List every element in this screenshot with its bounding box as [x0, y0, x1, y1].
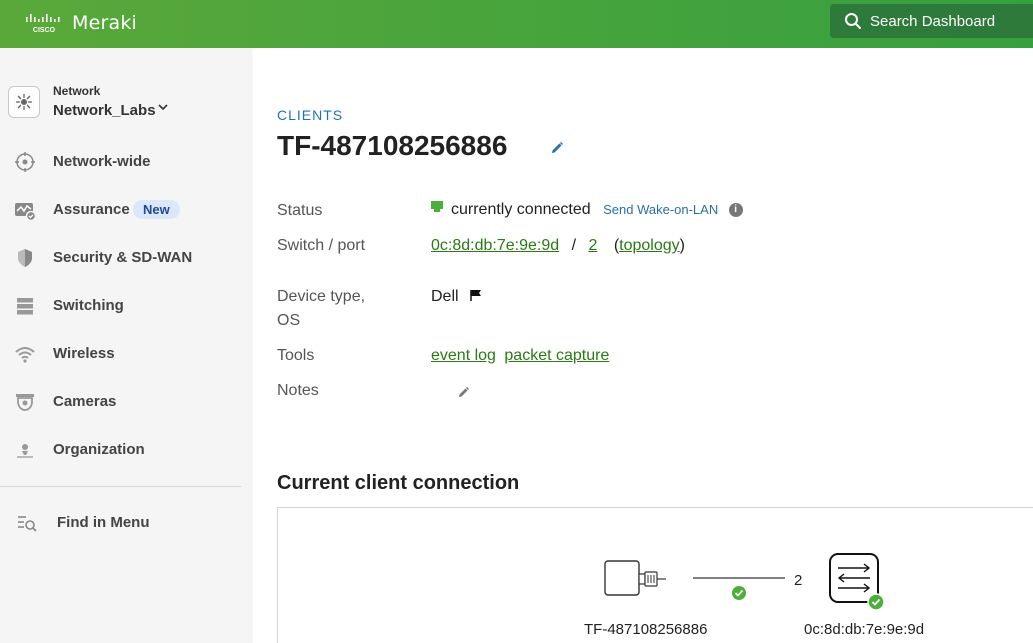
switch-icon: [17, 298, 33, 315]
chevron-down-icon[interactable]: [158, 100, 168, 114]
network-wide-icon: [15, 152, 35, 172]
search-icon: [845, 13, 861, 29]
organization-icon: [17, 444, 33, 458]
event-log-link[interactable]: event log: [431, 347, 496, 364]
main-content: CLIENTS TF-487108256886 Status currently…: [253, 48, 1033, 643]
notes-edit-icon[interactable]: [458, 386, 470, 398]
sidebar-item-security[interactable]: Security & SD-WAN: [0, 238, 253, 278]
top-bar: CISCO Meraki Search Dashboard: [0, 0, 1033, 48]
sidebar-item-label: Network-wide: [53, 153, 151, 170]
sidebar-item-assurance[interactable]: Assurance New: [0, 190, 253, 230]
status-value: currently connected Send Wake-on-LAN i: [431, 201, 743, 219]
search-label: Search Dashboard: [870, 12, 996, 30]
sidebar: Network Network_Labs Network-wide Assura…: [0, 48, 253, 643]
network-label: Network: [53, 84, 101, 98]
camera-icon: [16, 394, 34, 411]
app-name: Meraki: [72, 12, 138, 34]
breadcrumb[interactable]: CLIENTS: [277, 107, 343, 123]
switch-port-value: 0c:8d:db:7e:9e:9d / 2 (topology): [431, 237, 685, 255]
os-label: OS: [277, 312, 301, 329]
sidebar-item-label: Switching: [53, 297, 124, 314]
status-text: currently connected: [451, 201, 591, 218]
client-device-icon[interactable]: [604, 560, 668, 600]
switch-mac-link[interactable]: 0c:8d:db:7e:9e:9d: [431, 237, 559, 254]
find-menu-icon: [18, 516, 37, 532]
find-in-menu-button[interactable]: Find in Menu: [0, 503, 253, 543]
cisco-logo: CISCO: [24, 10, 64, 36]
network-selector[interactable]: Network Network_Labs: [8, 84, 248, 126]
section-title: Current client connection: [277, 472, 520, 494]
tools-label: Tools: [277, 347, 315, 364]
wake-on-lan-link[interactable]: Send Wake-on-LAN: [603, 202, 718, 217]
link-port-number: 2: [794, 572, 803, 589]
sidebar-item-network-wide[interactable]: Network-wide: [0, 142, 253, 182]
device-vendor: Dell: [431, 288, 459, 305]
flag-icon[interactable]: [469, 289, 483, 301]
network-name[interactable]: Network_Labs: [53, 102, 156, 119]
shield-icon: [18, 249, 32, 267]
sidebar-item-wireless[interactable]: Wireless: [0, 334, 253, 374]
notes-label: Notes: [277, 382, 319, 399]
sidebar-item-label: Wireless: [53, 345, 115, 362]
sidebar-item-switching[interactable]: Switching: [0, 286, 253, 326]
packet-capture-link[interactable]: packet capture: [504, 347, 609, 364]
search-dashboard-button[interactable]: Search Dashboard: [830, 4, 1033, 38]
assurance-icon: [15, 203, 36, 221]
device-type-value: Dell: [431, 288, 483, 306]
sidebar-item-label: Cameras: [53, 393, 117, 410]
switch-device-label[interactable]: 0c:8d:db:7e:9e:9d: [804, 621, 924, 638]
svg-text:CISCO: CISCO: [33, 27, 56, 34]
tools-value: event log packet capture: [431, 347, 609, 365]
status-label: Status: [277, 202, 323, 219]
sidebar-divider: [0, 486, 241, 487]
find-in-menu-label: Find in Menu: [57, 514, 150, 531]
topology-link[interactable]: topology: [619, 237, 680, 254]
sidebar-item-label: Organization: [53, 441, 145, 458]
device-type-label: Device type,: [277, 288, 366, 305]
page-title: TF-487108256886: [277, 130, 508, 161]
sidebar-item-label: Security & SD-WAN: [53, 249, 193, 266]
client-device-label[interactable]: TF-487108256886: [584, 621, 707, 638]
port-link[interactable]: 2: [588, 237, 597, 254]
pencil-icon[interactable]: [549, 140, 565, 156]
sidebar-item-organization[interactable]: Organization: [0, 430, 253, 470]
switch-port-label: Switch / port: [277, 237, 366, 254]
wifi-icon: [15, 347, 35, 363]
port-separator: /: [571, 237, 577, 254]
info-icon[interactable]: i: [728, 202, 743, 217]
sidebar-item-cameras[interactable]: Cameras: [0, 382, 253, 422]
connection-diagram: 2 TF-487108256886 0c:8d:db:7e:9e:9d: [277, 507, 1033, 643]
brand-logo[interactable]: CISCO Meraki: [24, 8, 137, 38]
switch-device-icon[interactable]: [828, 552, 890, 612]
new-badge: New: [133, 200, 180, 219]
sidebar-item-label: Assurance: [53, 201, 130, 218]
connected-port-icon: [431, 201, 443, 212]
network-icon: [8, 86, 40, 118]
link-line: [693, 577, 785, 600]
topology-paren-close: ): [679, 237, 685, 254]
